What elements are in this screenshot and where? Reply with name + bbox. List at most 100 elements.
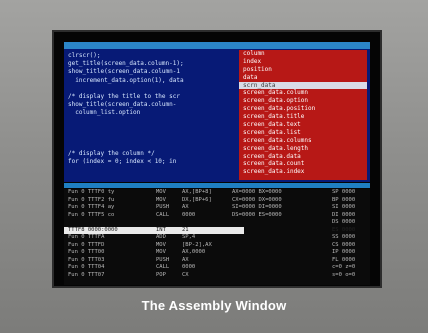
assembly-addr: Fun 0 TTTF4 ay xyxy=(68,204,115,210)
assembly-args: AX,0000 xyxy=(182,249,206,255)
assembly-args: 0000 xyxy=(182,264,196,270)
symbol-name: screen_data.column xyxy=(243,89,309,97)
symbol-list-item[interactable]: screen_data.columns xyxy=(239,137,367,145)
symbol-name: screen_data.text xyxy=(243,121,301,129)
source-line[interactable] xyxy=(68,118,238,126)
assembly-addr: Fun 0 TTTF2 fu xyxy=(68,196,115,203)
assembly-reg: SI 0000 xyxy=(332,204,356,210)
source-line[interactable]: show_title(screen_data.column- xyxy=(68,101,238,109)
source-line[interactable]: increment_data.option(1), data xyxy=(68,77,238,85)
symbol-name: scrn_data xyxy=(243,81,276,89)
source-pane-title-bar[interactable] xyxy=(64,42,370,49)
assembly-args: 0000 xyxy=(182,211,196,218)
pane-separator-bar[interactable] xyxy=(64,183,370,188)
source-line[interactable] xyxy=(68,134,238,142)
source-line[interactable] xyxy=(68,142,238,150)
source-line[interactable]: get_title(screen_data.column-1); xyxy=(68,60,238,68)
assembly-reg: DS 0000 xyxy=(332,219,356,225)
symbol-name: screen_data.title xyxy=(243,113,305,121)
symbol-name: screen_data.length xyxy=(243,144,309,152)
assembly-row[interactable]: Fun 0 TTT03 PUSH AX FL 0000 xyxy=(64,257,370,265)
assembly-addr: Fun 0 TTTF0 ty xyxy=(68,189,115,195)
source-line[interactable] xyxy=(68,126,238,134)
assembly-reg: SP 0000 xyxy=(332,189,356,195)
source-line-text: show_title(screen_data.column- xyxy=(68,101,177,109)
symbol-list-item[interactable]: scrn_data xyxy=(239,81,367,90)
symbol-name: index xyxy=(243,57,262,65)
assembly-extra: AX=0000 BX=0000 xyxy=(232,189,282,195)
symbol-list-item[interactable]: screen_data.count xyxy=(239,160,367,168)
assembly-reg: s=0 o=0 xyxy=(332,271,356,278)
assembly-row[interactable]: Fun 0 TTTF2 fu MOV DX,[BP+6] CX=0000 DX=000… xyxy=(64,197,370,205)
source-line[interactable]: for (index = 0; index < 10; in xyxy=(68,158,238,166)
assembly-row[interactable]: DS 0000 xyxy=(64,219,370,227)
assembly-reg: SS 0000 xyxy=(332,234,356,240)
assembly-op: MOV xyxy=(156,196,166,203)
assembly-row[interactable]: Fun 0 TTTF0 ty MOV AX,[BP+8] AX=0000 BX=000… xyxy=(64,189,370,197)
assembly-extra: DS=0000 ES=0000 xyxy=(232,211,282,218)
assembly-row[interactable]: Fun 0 TTTF5 co CALL 0000 DS=0000 ES=0000 DI … xyxy=(64,212,370,220)
assembly-row[interactable]: Fun 0 TTTFD MOV [BP-2],AX CS 0000 xyxy=(64,242,370,250)
symbol-list-item[interactable]: data xyxy=(239,74,367,82)
symbol-name: screen_data.position xyxy=(243,105,316,113)
assembly-op: PUSH xyxy=(156,204,170,210)
symbol-list-item[interactable]: screen_data.index xyxy=(239,168,367,176)
symbol-name: screen_data.index xyxy=(243,168,305,176)
source-line-text: clrscr(); xyxy=(68,52,101,59)
symbol-list-item[interactable]: screen_data.position xyxy=(239,105,367,113)
assembly-pane[interactable]: Fun 0 TTTF0 ty MOV AX,[BP+8] AX=0000 BX=000… xyxy=(64,189,370,285)
assembly-row[interactable]: Fun 0 TTTF4 ay PUSH AX SI=0000 DI=0000 SI 00… xyxy=(64,204,370,212)
assembly-args: AX xyxy=(182,204,189,210)
symbol-list-item[interactable]: screen_data.column xyxy=(239,89,367,97)
assembly-reg: IP 0000 xyxy=(332,249,356,255)
assembly-op: CALL xyxy=(156,211,170,218)
symbol-list-item[interactable]: screen_data.text xyxy=(239,121,367,129)
source-line[interactable]: show_title(screen_data.column-1 xyxy=(68,68,238,76)
assembly-row[interactable]: Fun 0 TTTFA ADD SP,4 SS 0000 xyxy=(64,234,370,242)
source-line[interactable]: /* display the title to the scr xyxy=(68,93,238,101)
source-code: clrscr(); get_title(screen_data.column-1)… xyxy=(68,52,238,180)
assembly-args: AX xyxy=(182,256,189,263)
assembly-row[interactable]: TTTF8 0000:0000 INT 21 ES 0000 xyxy=(64,226,355,234)
symbol-list-item[interactable]: column xyxy=(239,50,367,58)
symbol-name: position xyxy=(243,65,272,73)
source-line-text: get_title(screen_data.column-1); xyxy=(68,60,184,68)
symbol-list-item[interactable]: position xyxy=(239,66,367,74)
symbol-name: screen_data.option xyxy=(243,97,309,105)
assembly-op: MOV xyxy=(156,189,166,195)
assembly-op: MOV xyxy=(156,249,166,255)
assembly-reg: DI 0000 xyxy=(332,211,356,218)
source-line[interactable]: /* display the column */ xyxy=(68,150,238,158)
assembly-op: MOV xyxy=(156,241,166,248)
assembly-op: CALL xyxy=(156,264,170,270)
symbol-list-item[interactable]: index xyxy=(239,58,367,66)
symbol-list-item[interactable]: screen_data.length xyxy=(239,145,367,153)
assembly-op: ADD xyxy=(156,234,166,240)
symbol-name: column xyxy=(243,50,265,57)
assembly-addr: TTTF8 0000:0000 xyxy=(68,226,118,233)
assembly-addr: Fun 0 TTTF5 co xyxy=(68,211,115,218)
symbol-list-item[interactable]: screen_data.option xyxy=(239,97,367,105)
assembly-row[interactable]: Fun 0 TTT07 POP CX s=0 o=0 xyxy=(64,272,370,280)
assembly-args: SP,4 xyxy=(182,234,196,240)
source-line[interactable]: column_list.option xyxy=(68,109,238,117)
assembly-row[interactable]: Fun 0 TTT04 CALL 0000 c=0 z=0 xyxy=(64,264,370,272)
symbol-list-item[interactable]: screen_data.list xyxy=(239,129,367,137)
symbol-list[interactable]: column index position data scrn_data screen_d… xyxy=(239,50,367,180)
symbol-name: screen_data.count xyxy=(243,160,305,168)
source-line-text: show_title(screen_data.column-1 xyxy=(68,68,180,76)
assembly-addr: Fun 0 TTT03 xyxy=(68,256,105,263)
assembly-row[interactable]: Fun 0 TTT00 MOV AX,0000 IP 0000 xyxy=(64,249,370,257)
assembly-addr: Fun 0 TTT00 xyxy=(68,249,105,255)
symbol-list-item[interactable]: screen_data.title xyxy=(239,113,367,121)
source-line[interactable] xyxy=(68,85,238,93)
assembly-args: 21 xyxy=(182,226,189,233)
source-line[interactable]: clrscr(); xyxy=(68,52,238,60)
assembly-args: [BP-2],AX xyxy=(182,241,212,248)
assembly-reg: BP 0000 xyxy=(332,196,356,203)
symbol-name: screen_data.columns xyxy=(243,136,312,144)
symbol-list-item[interactable]: screen_data.data xyxy=(239,153,367,161)
assembly-addr: Fun 0 TTT07 xyxy=(68,271,105,278)
assembly-op: INT xyxy=(156,226,166,233)
monitor-screen: clrscr(); get_title(screen_data.column-1)… xyxy=(52,30,382,288)
